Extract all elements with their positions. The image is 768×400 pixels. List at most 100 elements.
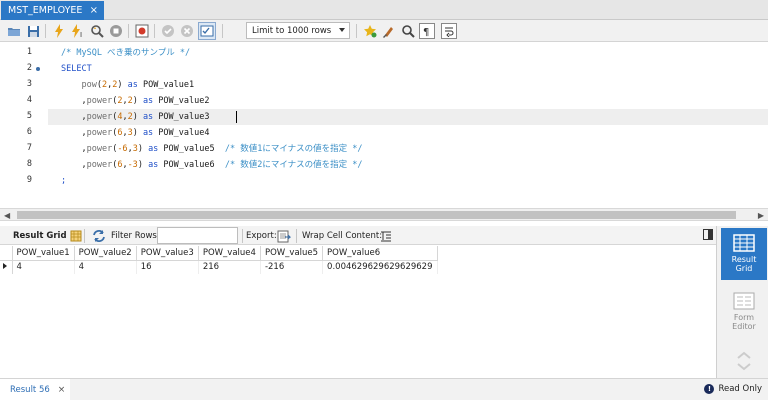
tab-title: MST_EMPLOYEE (8, 5, 83, 16)
code-line[interactable]: ,power(4,2) as POW_value3 (61, 109, 209, 125)
invisible-chars-icon[interactable]: ¶ (419, 23, 435, 39)
column-header[interactable]: POW_value2 (74, 246, 137, 261)
table-cell[interactable]: 4 (12, 260, 75, 274)
column-header[interactable]: POW_value4 (198, 246, 261, 261)
grid-view-icon[interactable] (68, 228, 84, 244)
wrap-lines-icon[interactable] (441, 23, 457, 39)
export-label: Export: (246, 231, 277, 241)
result-side-panel: Result Grid Form Editor (716, 226, 768, 380)
line-number: 5 (26, 111, 32, 121)
table-cell[interactable]: -216 (260, 260, 324, 274)
row-selector[interactable] (0, 260, 13, 274)
code-line[interactable]: ; (61, 173, 66, 189)
export-icon[interactable] (276, 228, 292, 244)
close-icon[interactable]: × (58, 385, 66, 395)
tab-close-icon[interactable]: × (90, 5, 98, 16)
code-line[interactable]: ,power(-6,3) as POW_value5 /* 数値1にマイナスの値… (61, 141, 362, 157)
code-token: ) (132, 128, 143, 138)
filter-rows-label: Filter Rows: (111, 231, 160, 241)
text-caret (236, 111, 237, 123)
rollback-icon[interactable] (179, 23, 195, 39)
code-line[interactable]: pow(2,2) as POW_value1 (61, 77, 194, 93)
editor-horizontal-scrollbar[interactable]: ◀ ▶ (0, 208, 768, 221)
code-token: , (61, 112, 87, 122)
commit-icon[interactable] (160, 23, 176, 39)
code-token: -3 (127, 160, 138, 170)
tab-result-56[interactable]: Result 56 × (0, 379, 70, 400)
beautify-brush-icon[interactable] (381, 23, 397, 39)
chevron-up-down-icon (737, 351, 751, 371)
column-header[interactable]: POW_value5 (260, 246, 324, 261)
line-number: 6 (26, 127, 32, 137)
code-line[interactable]: SELECT (61, 61, 92, 77)
code-token: POW_value5 (158, 144, 225, 154)
refresh-icon[interactable] (91, 228, 107, 244)
line-number: 7 (26, 143, 32, 153)
execute-current-icon[interactable]: I (70, 23, 86, 39)
code-token: as (142, 112, 154, 122)
sql-editor[interactable]: 1 2 3 4 5 6 7 8 9 /* MySQL べき乗のサンプル */ SELECT pow… (0, 43, 768, 207)
table-row[interactable]: 4 4 16 216 -216 0.004629629629629629 (0, 260, 438, 274)
table-cell[interactable]: 216 (198, 260, 261, 274)
column-header[interactable]: POW_value1 (12, 246, 75, 261)
code-token: ) (132, 112, 143, 122)
code-token: ) (117, 80, 128, 90)
code-token: as (148, 160, 159, 170)
code-token: as (142, 128, 154, 138)
current-row-arrow-icon (3, 263, 7, 270)
code-token: as (142, 96, 154, 106)
column-header[interactable]: POW_value3 (136, 246, 199, 261)
result-grid-panel-button[interactable]: Result Grid (721, 228, 767, 280)
code-line[interactable]: ,power(6,-3) as POW_value6 /* 数値2にマイナスの値… (61, 157, 363, 173)
stop-icon[interactable] (108, 23, 124, 39)
code-line[interactable]: ,power(2,2) as POW_value2 (61, 93, 209, 109)
table-cell[interactable]: 0.004629629629629629 (322, 260, 438, 274)
scroll-right-icon[interactable]: ▶ (758, 211, 764, 220)
find-magnifier-icon[interactable] (400, 23, 416, 39)
table-cell[interactable]: 16 (136, 260, 199, 274)
sql-toolbar: I Limit to 1000 rows ¶ (0, 20, 768, 42)
code-line[interactable]: ,power(6,3) as POW_value4 (61, 125, 209, 141)
limit-rows-select[interactable]: Limit to 1000 rows (246, 22, 350, 39)
scroll-left-icon[interactable]: ◀ (4, 211, 10, 220)
code-line[interactable]: /* MySQL べき乗のサンプル */ (61, 45, 190, 61)
code-token: /* 数値2にマイナスの値を指定 */ (224, 160, 363, 170)
toggle-error-icon[interactable] (134, 23, 150, 39)
result-grid-panel-label: Result Grid (731, 255, 757, 273)
autocommit-toggle-icon[interactable] (198, 22, 216, 40)
line-number: 4 (26, 95, 32, 105)
code-token: SELECT (61, 64, 92, 74)
form-editor-panel-button[interactable]: Form Editor (721, 286, 767, 338)
wrap-cell-icon[interactable] (378, 228, 394, 244)
result-grid[interactable]: POW_value1 POW_value2 POW_value3 POW_value4… (0, 246, 716, 378)
code-token: as (127, 80, 138, 90)
result-tabs-bar: Result 56 × ! Read Only (0, 378, 768, 400)
open-file-icon[interactable] (6, 23, 22, 39)
toggle-side-panel-icon[interactable] (703, 229, 713, 240)
code-token: power (86, 144, 113, 154)
save-file-icon[interactable] (25, 23, 41, 39)
line-number: 9 (26, 175, 32, 185)
form-editor-panel-label: Form Editor (732, 313, 756, 331)
code-token: power (86, 96, 113, 106)
code-token: power (86, 112, 113, 122)
filter-rows-input[interactable] (157, 227, 238, 244)
form-icon (733, 292, 755, 310)
scroll-panel-chevrons[interactable] (721, 344, 767, 378)
tab-mst-employee[interactable]: MST_EMPLOYEE × (1, 1, 104, 20)
info-icon: ! (704, 384, 715, 394)
result-grid-label: Result Grid (13, 231, 67, 241)
row-header-corner (0, 246, 13, 261)
code-token: POW_value2 (153, 96, 210, 106)
code-token: POW_value3 (153, 112, 210, 122)
wrap-cell-label: Wrap Cell Content: (302, 231, 383, 241)
scrollbar-thumb[interactable] (17, 211, 736, 219)
table-cell[interactable]: 4 (74, 260, 137, 274)
column-header[interactable]: POW_value6 (322, 246, 438, 261)
execute-lightning-icon[interactable] (51, 23, 67, 39)
svg-text:I: I (80, 31, 82, 38)
add-snippet-star-icon[interactable] (362, 23, 378, 39)
explain-magnifier-icon[interactable] (89, 23, 105, 39)
line-number: 3 (26, 79, 32, 89)
chevron-down-icon (339, 28, 345, 32)
